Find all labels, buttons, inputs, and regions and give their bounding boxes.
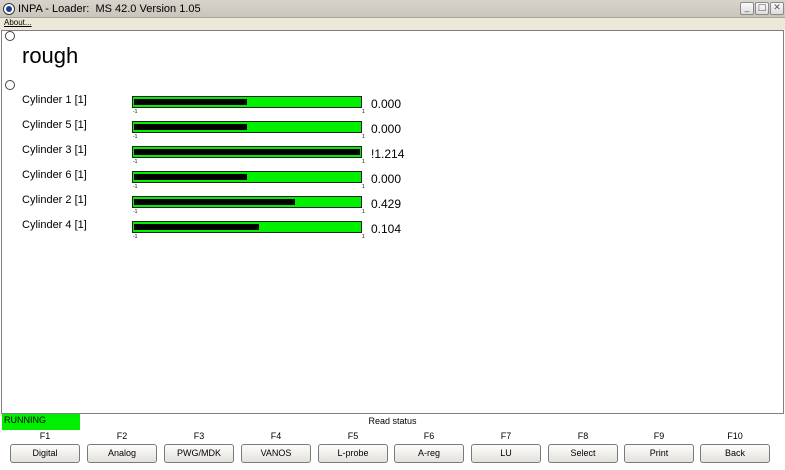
fkey-label-f5: F5 [347,431,359,441]
cylinder-label: Cylinder 3 [1] [22,144,87,156]
fkey-label-f10: F10 [727,431,743,441]
fkey-button-f4[interactable]: VANOS [241,444,311,463]
cylinder-label: Cylinder 2 [1] [22,194,87,206]
cylinder-bar [132,171,362,183]
cylinder-bar-fill [134,199,295,205]
fkey-button-f10[interactable]: Back [700,444,770,463]
cylinder-bar-fill [134,224,259,230]
cylinder-value: 0.429 [371,197,402,211]
bar-min-label: -1 [133,234,138,240]
window-title: INPA - Loader: MS 42.0 Version 1.05 [18,3,201,15]
close-button[interactable]: ✕ [770,2,784,15]
cylinder-bar [132,221,362,233]
fkey-label-f9: F9 [653,431,665,441]
fkey-button-f2[interactable]: Analog [87,444,157,463]
fkey-button-f5[interactable]: L-probe [318,444,388,463]
cylinder-row: Cylinder 2 [1] -1 1 0.429 [2,189,782,215]
cylinder-value: 0.000 [371,172,402,186]
cylinder-value: !1.214 [371,147,405,161]
screen-radio-button[interactable] [5,31,15,41]
main-panel: rough Cylinder 1 [1] -1 1 0.000 Cylinder… [1,30,784,414]
cylinder-bar [132,146,362,158]
cylinder-label: Cylinder 4 [1] [22,219,87,231]
maximize-button[interactable]: □ [755,2,769,15]
cylinder-bar-fill [134,149,360,155]
cylinder-row: Cylinder 3 [1] -1 1 !1.214 [2,139,782,165]
cylinder-row: Cylinder 1 [1] -1 1 0.000 [2,89,782,115]
fkey-label-f3: F3 [193,431,205,441]
fkey-label-f1: F1 [39,431,51,441]
cylinder-value: 0.000 [371,97,402,111]
cylinder-label: Cylinder 5 [1] [22,119,87,131]
bar-max-label: 1 [362,234,365,240]
app-icon [3,3,15,15]
title-bar: INPA - Loader: MS 42.0 Version 1.05 _ □ … [0,0,785,18]
fkey-button-f8[interactable]: Select [548,444,618,463]
fkey-button-f6[interactable]: A-reg [394,444,464,463]
cylinder-bar [132,121,362,133]
cylinder-row: Cylinder 6 [1] -1 1 0.000 [2,164,782,190]
menu-bar: About... [0,18,785,30]
cylinder-value: 0.104 [371,222,402,236]
fkey-button-f1[interactable]: Digital [10,444,80,463]
cylinder-bar-fill [134,174,247,180]
function-key-bar: F1 Digital F2 Analog F3 PWG/MDK F4 VANOS… [0,430,785,470]
cylinder-bar [132,196,362,208]
cylinder-bar [132,96,362,108]
fkey-label-f4: F4 [270,431,282,441]
cylinder-list: Cylinder 1 [1] -1 1 0.000 Cylinder 5 [1]… [2,89,782,240]
fkey-button-f9[interactable]: Print [624,444,694,463]
cylinder-label: Cylinder 6 [1] [22,169,87,181]
cylinder-value: 0.000 [371,122,402,136]
fkey-button-f3[interactable]: PWG/MDK [164,444,234,463]
fkey-button-f7[interactable]: LU [471,444,541,463]
cylinder-label: Cylinder 1 [1] [22,94,87,106]
minimize-button[interactable]: _ [740,2,754,15]
page-title: rough [22,43,79,68]
cylinder-row: Cylinder 4 [1] -1 1 0.104 [2,214,782,240]
fkey-label-f6: F6 [423,431,435,441]
fkey-label-f8: F8 [577,431,589,441]
status-text: Read status [368,416,417,426]
cylinder-bar-fill [134,99,247,105]
menu-about[interactable]: About... [4,18,32,27]
fkey-label-f2: F2 [116,431,128,441]
cylinder-bar-fill [134,124,247,130]
cylinder-row: Cylinder 5 [1] -1 1 0.000 [2,114,782,140]
status-bar: RUNNING Read status [0,414,785,431]
fkey-label-f7: F7 [500,431,512,441]
